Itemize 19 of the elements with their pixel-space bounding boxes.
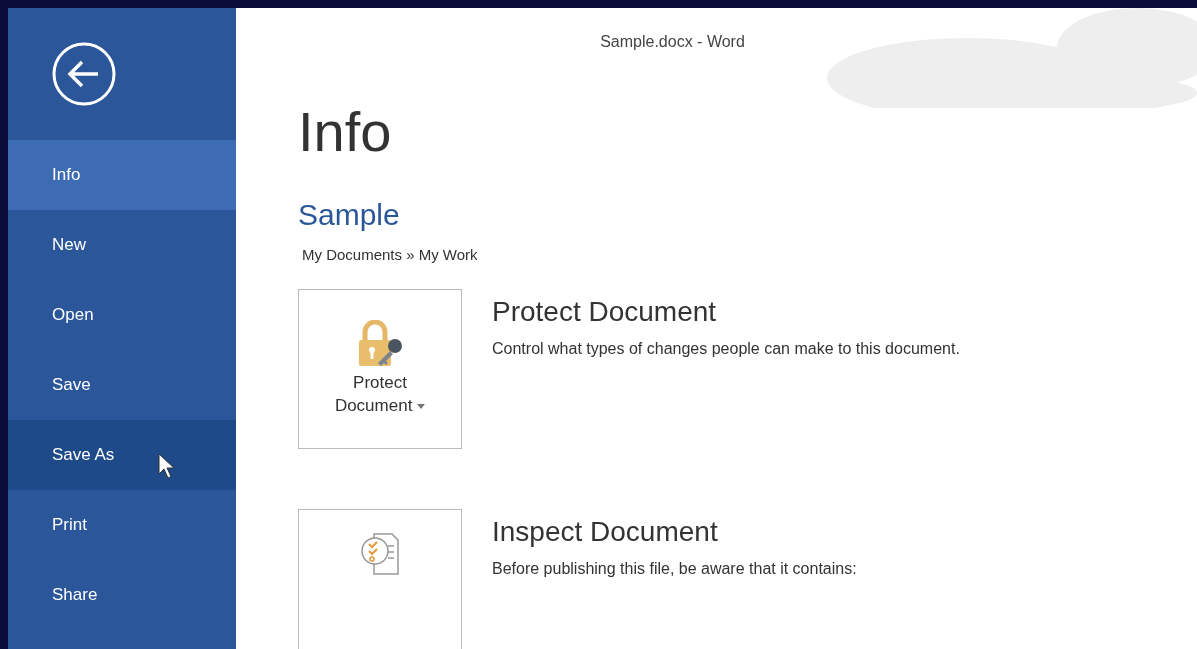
section-title: Inspect Document: [492, 515, 718, 547]
document-name: Sample: [298, 198, 400, 231]
sidebar-item[interactable]: New: [8, 210, 236, 280]
section-title: Protect Document: [492, 295, 717, 327]
sidebar-item[interactable]: Save As: [8, 420, 236, 490]
protect-document-button[interactable]: Protect Document: [298, 288, 462, 449]
sidebar-item[interactable]: Print: [8, 490, 236, 560]
mouse-pointer-icon: [158, 453, 176, 479]
document-checklist-icon: [360, 531, 400, 576]
sidebar-item[interactable]: Open: [8, 280, 236, 350]
section-description: Control what types of changes people can make to this document.: [492, 340, 960, 358]
document-path: My Documents » My Work: [302, 246, 478, 263]
window-title: Sample.docx - Word: [600, 33, 745, 50]
sidebar-item[interactable]: Info: [8, 140, 236, 210]
sidebar-item[interactable]: Share: [8, 560, 236, 630]
sidebar-item[interactable]: Save: [8, 350, 236, 420]
back-icon[interactable]: [52, 42, 116, 106]
section-description: Before publishing this file, be aware that it contains:: [492, 560, 857, 578]
page-heading: Info: [298, 100, 392, 163]
